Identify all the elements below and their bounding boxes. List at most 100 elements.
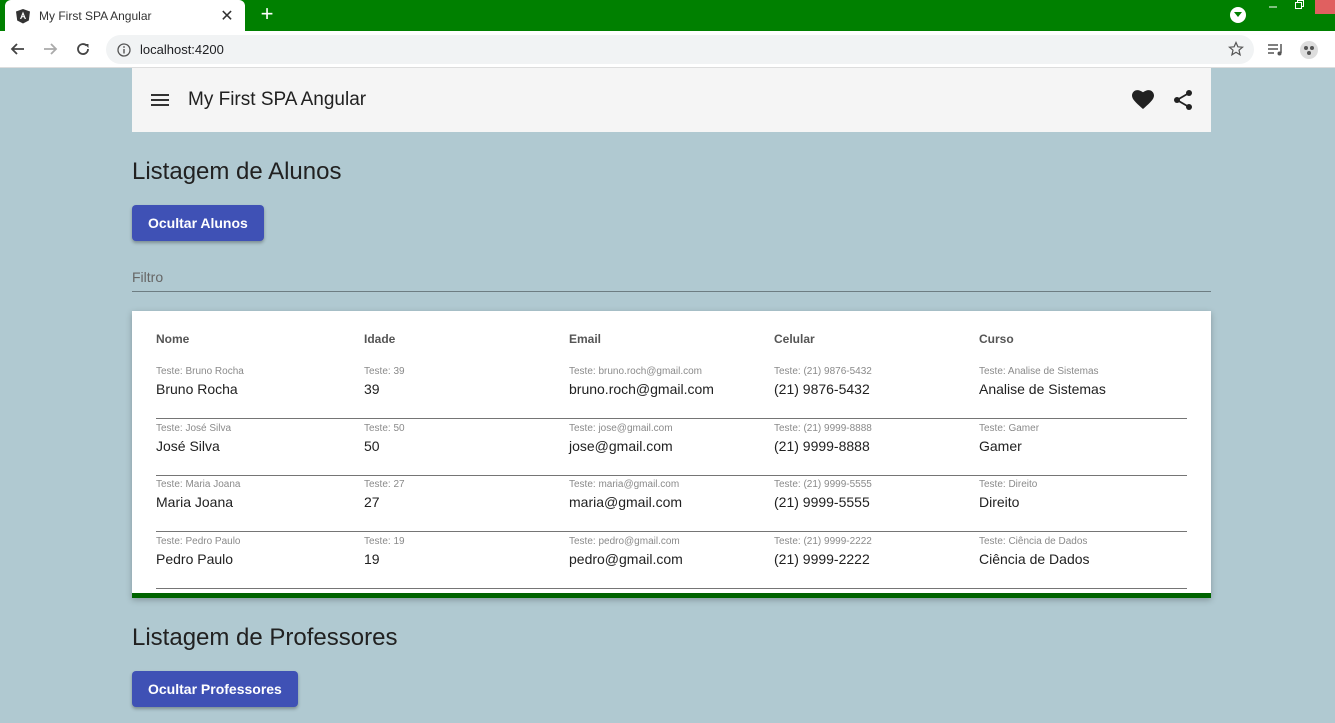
cell-nome[interactable]: Teste: Maria Joana Maria Joana	[156, 475, 241, 510]
cell-hint: Teste: 50	[364, 423, 405, 434]
cell-hint: Teste: Direito	[979, 479, 1038, 490]
cell-hint: Teste: Maria Joana	[156, 479, 241, 490]
media-playlist-icon[interactable]	[1265, 39, 1287, 61]
cell-nome[interactable]: Teste: Bruno Rocha Bruno Rocha	[156, 362, 244, 397]
cell-email[interactable]: Teste: maria@gmail.com maria@gmail.com	[569, 475, 682, 510]
cell-hint: Teste: (21) 9876-5432	[774, 366, 872, 377]
cell-idade[interactable]: Teste: 50 50	[364, 419, 405, 454]
cell-curso[interactable]: Teste: Direito Direito	[979, 475, 1037, 510]
cell-value: bruno.roch@gmail.com	[569, 381, 714, 397]
cell-value: 19	[364, 551, 380, 567]
cell-hint: Teste: (21) 9999-5555	[774, 479, 872, 490]
table-row: Teste: Pedro Paulo Pedro Paulo Teste: 19 1…	[156, 532, 1187, 589]
reload-icon[interactable]	[73, 39, 93, 59]
cell-curso[interactable]: Teste: Ciência de Dados Ciência de Dados	[979, 532, 1090, 567]
cell-celular[interactable]: Teste: (21) 9999-5555 (21) 9999-5555	[774, 475, 872, 510]
table-row: Teste: Bruno Rocha Bruno Rocha Teste: 39 3…	[156, 362, 1187, 419]
column-header-idade: Idade	[364, 332, 396, 346]
cell-hint: Teste: 39	[364, 366, 405, 377]
cell-value: Analise de Sistemas	[979, 381, 1106, 397]
browser-toolbar: localhost:4200	[0, 31, 1335, 68]
address-url: localhost:4200	[140, 42, 224, 57]
cell-hint: Teste: Gamer	[979, 423, 1040, 434]
cell-curso[interactable]: Teste: Gamer Gamer	[979, 419, 1039, 454]
cell-value: 27	[364, 494, 380, 510]
window-close-button[interactable]	[1315, 0, 1335, 14]
professores-section-title: Listagem de Professores	[132, 624, 398, 651]
angular-favicon-icon	[15, 8, 31, 24]
column-header-curso: Curso	[979, 332, 1014, 346]
cell-hint: Teste: (21) 9999-2222	[774, 536, 872, 547]
extension-icon[interactable]	[1298, 39, 1320, 61]
cell-value: (21) 9876-5432	[774, 381, 870, 397]
address-bar[interactable]: localhost:4200	[106, 35, 1254, 64]
browser-tab[interactable]: My First SPA Angular ✕	[5, 0, 245, 31]
cell-hint: Teste: jose@gmail.com	[569, 423, 673, 434]
cell-nome[interactable]: Teste: Pedro Paulo Pedro Paulo	[156, 532, 241, 567]
filter-input[interactable]: Filtro	[132, 262, 1211, 292]
cell-value: maria@gmail.com	[569, 494, 683, 510]
cell-email[interactable]: Teste: jose@gmail.com jose@gmail.com	[569, 419, 673, 454]
app-title: My First SPA Angular	[188, 89, 367, 110]
cell-value: jose@gmail.com	[569, 438, 673, 454]
filter-placeholder: Filtro	[132, 269, 164, 285]
cell-hint: Teste: Pedro Paulo	[156, 536, 241, 547]
table-row: Teste: Maria Joana Maria Joana Teste: 27 2…	[156, 475, 1187, 532]
cell-value: Pedro Paulo	[156, 551, 234, 567]
window-restore-button[interactable]	[1294, 0, 1306, 14]
cell-hint: Teste: Analise de Sistemas	[979, 366, 1099, 377]
cell-curso[interactable]: Teste: Analise de Sistemas Analise de Sis…	[979, 362, 1106, 397]
site-info-icon[interactable]	[116, 42, 132, 58]
browser-tab-strip: My First SPA Angular ✕ +	[0, 0, 1335, 31]
cell-value: 39	[364, 381, 380, 397]
alunos-table-card: Nome Idade Email Celular Curso Teste: Br…	[132, 311, 1211, 598]
cell-idade[interactable]: Teste: 19 19	[364, 532, 405, 567]
cell-hint: Teste: 19	[364, 536, 405, 547]
back-arrow-icon[interactable]	[8, 39, 28, 59]
cell-idade[interactable]: Teste: 39 39	[364, 362, 405, 397]
cell-value: José Silva	[156, 438, 220, 454]
cell-celular[interactable]: Teste: (21) 9999-2222 (21) 9999-2222	[774, 532, 872, 567]
cell-value: (21) 9999-8888	[774, 438, 870, 454]
cell-idade[interactable]: Teste: 27 27	[364, 475, 405, 510]
tab-title: My First SPA Angular	[39, 8, 152, 23]
cell-email[interactable]: Teste: pedro@gmail.com pedro@gmail.com	[569, 532, 683, 567]
alunos-section-title: Listagem de Alunos	[132, 158, 342, 185]
cell-nome[interactable]: Teste: José Silva José Silva	[156, 419, 231, 454]
cell-value: 50	[364, 438, 380, 454]
chrome-menu-icon[interactable]	[1230, 7, 1246, 23]
heart-icon[interactable]	[1131, 88, 1155, 112]
cell-hint: Teste: bruno.roch@gmail.com	[569, 366, 702, 377]
cell-celular[interactable]: Teste: (21) 9876-5432 (21) 9876-5432	[774, 362, 872, 397]
column-header-celular: Celular	[774, 332, 815, 346]
menu-icon[interactable]	[148, 88, 172, 112]
cell-value: pedro@gmail.com	[569, 551, 683, 567]
tab-close-icon[interactable]: ✕	[219, 6, 235, 26]
cell-hint: Teste: maria@gmail.com	[569, 479, 680, 490]
cell-value: Bruno Rocha	[156, 381, 238, 397]
cell-hint: Teste: 27	[364, 479, 405, 490]
cell-hint: Teste: pedro@gmail.com	[569, 536, 680, 547]
cell-hint: Teste: Ciência de Dados	[979, 536, 1088, 547]
ocultar-professores-button[interactable]: Ocultar Professores	[132, 671, 298, 707]
cell-value: Gamer	[979, 438, 1022, 454]
table-row: Teste: José Silva José Silva Teste: 50 50 …	[156, 419, 1187, 476]
ocultar-alunos-button[interactable]: Ocultar Alunos	[132, 205, 264, 241]
forward-arrow-icon[interactable]	[40, 39, 60, 59]
cell-value: Direito	[979, 494, 1020, 510]
cell-hint: Teste: (21) 9999-8888	[774, 423, 872, 434]
bookmark-star-icon[interactable]	[1228, 41, 1244, 57]
new-tab-button[interactable]: +	[255, 3, 279, 27]
cell-hint: Teste: Bruno Rocha	[156, 366, 244, 377]
cell-celular[interactable]: Teste: (21) 9999-8888 (21) 9999-8888	[774, 419, 872, 454]
window-minimize-button[interactable]	[1268, 0, 1280, 14]
column-header-nome: Nome	[156, 332, 190, 346]
cell-value: (21) 9999-5555	[774, 494, 870, 510]
cell-value: Maria Joana	[156, 494, 234, 510]
share-icon[interactable]	[1171, 88, 1195, 112]
app-toolbar: My First SPA Angular	[132, 68, 1211, 132]
cell-hint: Teste: José Silva	[156, 423, 232, 434]
cell-value: Ciência de Dados	[979, 551, 1090, 567]
cell-value: (21) 9999-2222	[774, 551, 870, 567]
cell-email[interactable]: Teste: bruno.roch@gmail.com bruno.roch@gm…	[569, 362, 714, 397]
